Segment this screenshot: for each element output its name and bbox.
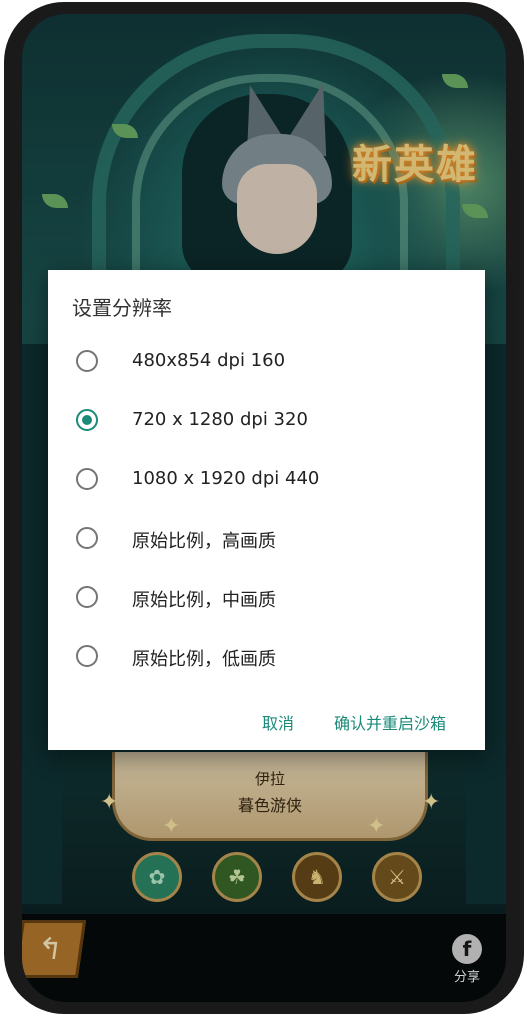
option-label: 480x854 dpi 160 bbox=[132, 350, 286, 371]
resolution-option[interactable]: 480x854 dpi 160 bbox=[48, 336, 485, 388]
option-label: 原始比例，低画质 bbox=[132, 649, 276, 670]
radio-button-icon[interactable] bbox=[76, 468, 98, 490]
radio-button-icon[interactable] bbox=[76, 527, 98, 549]
radio-button-icon[interactable] bbox=[76, 645, 98, 667]
radio-button-selected-icon[interactable] bbox=[76, 409, 98, 431]
option-label: 原始比例，中画质 bbox=[132, 590, 276, 611]
cancel-button[interactable]: 取消 bbox=[262, 710, 294, 734]
resolution-dialog: 设置分辨率 480x854 dpi 160 720 x 1280 dpi 320… bbox=[48, 270, 485, 750]
radio-button-icon[interactable] bbox=[76, 586, 98, 608]
resolution-option[interactable]: 1080 x 1920 dpi 440 bbox=[48, 454, 485, 506]
resolution-option[interactable]: 原始比例，中画质 bbox=[48, 572, 485, 624]
resolution-option[interactable]: 原始比例，低画质 bbox=[48, 631, 485, 683]
confirm-restart-button[interactable]: 确认并重启沙箱 bbox=[334, 710, 446, 734]
resolution-option[interactable]: 原始比例，高画质 bbox=[48, 513, 485, 565]
resolution-option[interactable]: 720 x 1280 dpi 320 bbox=[48, 395, 485, 447]
option-label: 原始比例，高画质 bbox=[132, 531, 276, 552]
option-label: 720 x 1280 dpi 320 bbox=[132, 409, 308, 430]
dialog-title: 设置分辨率 bbox=[72, 296, 172, 320]
option-label: 1080 x 1920 dpi 440 bbox=[132, 468, 320, 489]
radio-button-icon[interactable] bbox=[76, 350, 98, 372]
